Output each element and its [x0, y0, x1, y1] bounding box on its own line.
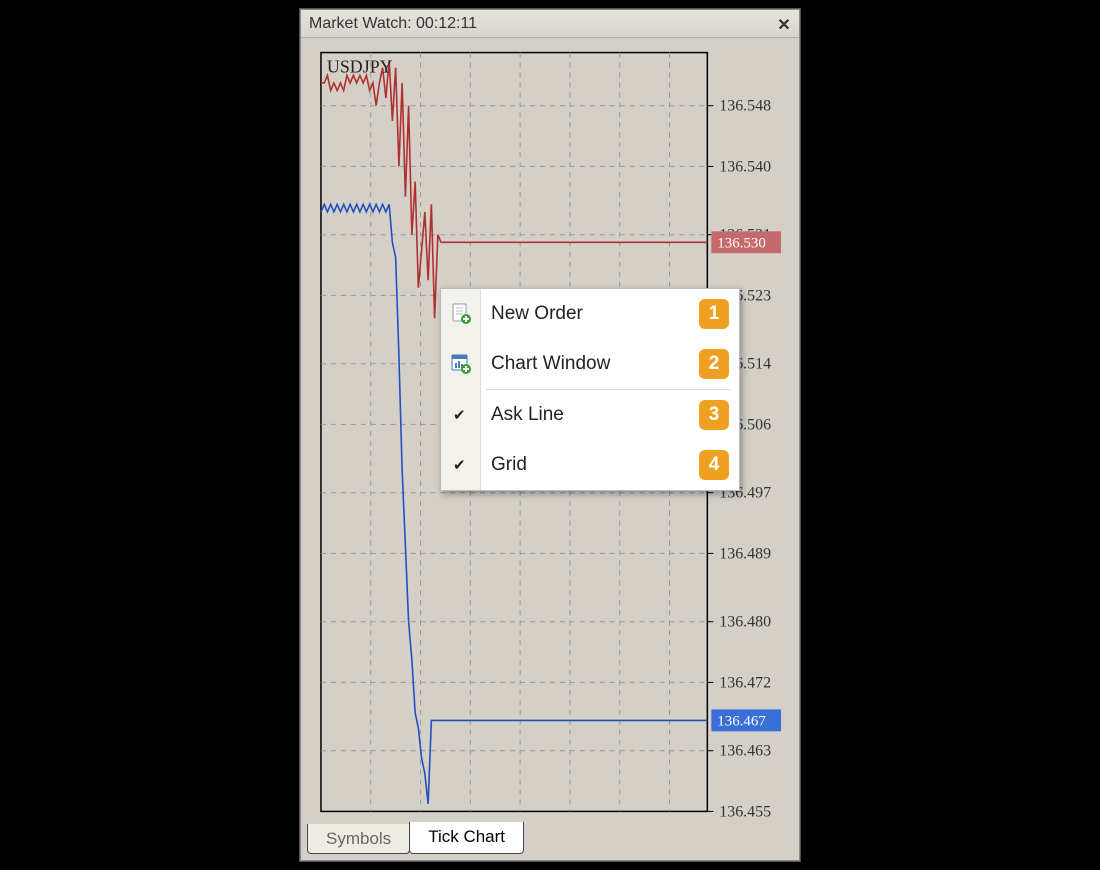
menu-chart-window[interactable]: Chart Window 2 — [441, 339, 739, 389]
svg-text:136.467: 136.467 — [717, 713, 766, 729]
check-icon: ✔ — [453, 456, 466, 474]
svg-text:USDJPY: USDJPY — [327, 56, 393, 76]
tab-symbols[interactable]: Symbols — [307, 824, 410, 854]
menu-ask-line[interactable]: ✔ Ask Line 3 — [441, 390, 739, 440]
badge-4: 4 — [699, 450, 729, 480]
chart-plus-icon — [449, 352, 473, 376]
menu-label: Grid — [491, 454, 527, 476]
menu-new-order[interactable]: New Order 1 — [441, 289, 739, 339]
badge-2: 2 — [699, 349, 729, 379]
svg-text:136.472: 136.472 — [719, 674, 771, 691]
svg-text:136.480: 136.480 — [719, 614, 771, 631]
svg-text:136.530: 136.530 — [717, 235, 766, 251]
menu-label: New Order — [491, 303, 583, 325]
window-title: Market Watch: 00:12:11 — [309, 15, 775, 33]
menu-label: Ask Line — [491, 404, 564, 426]
badge-3: 3 — [699, 400, 729, 430]
svg-text:136.489: 136.489 — [719, 545, 771, 562]
titlebar[interactable]: Market Watch: 00:12:11 ✕ — [301, 10, 799, 38]
check-icon: ✔ — [453, 406, 466, 424]
svg-text:136.548: 136.548 — [719, 98, 771, 115]
document-plus-icon — [449, 302, 473, 326]
svg-text:136.540: 136.540 — [719, 158, 771, 175]
context-menu: New Order 1 Chart Window 2 ✔ Ask Line 3 … — [440, 288, 740, 491]
svg-text:136.455: 136.455 — [719, 803, 771, 818]
tab-bar: Symbols Tick Chart — [307, 822, 523, 854]
badge-1: 1 — [699, 299, 729, 329]
svg-text:136.463: 136.463 — [719, 743, 771, 760]
menu-label: Chart Window — [491, 353, 610, 375]
tab-tick-chart[interactable]: Tick Chart — [409, 822, 524, 854]
menu-grid[interactable]: ✔ Grid 4 — [441, 440, 739, 490]
close-icon[interactable]: ✕ — [775, 15, 793, 33]
